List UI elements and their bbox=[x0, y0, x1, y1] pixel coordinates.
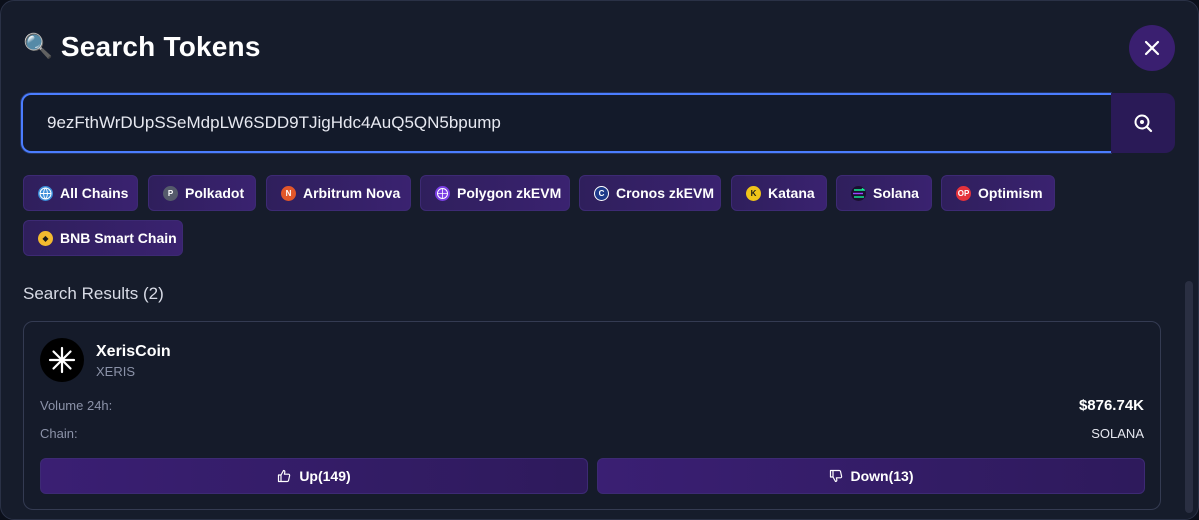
optimism-icon: OP bbox=[956, 185, 971, 201]
chip-label: All Chains bbox=[60, 185, 129, 201]
search-results-count: Search Results (2) bbox=[23, 284, 164, 303]
search-bar bbox=[21, 93, 1175, 153]
chip-label: Arbitrum Nova bbox=[303, 185, 401, 201]
polygon-zkevm-icon bbox=[435, 185, 450, 201]
chain-label: Chain: bbox=[40, 426, 78, 441]
magnifier-icon: 🔍 bbox=[23, 33, 53, 60]
token-name: XerisCoin bbox=[96, 343, 171, 360]
close-icon bbox=[1144, 40, 1160, 56]
chip-label: Optimism bbox=[978, 185, 1043, 201]
chip-label: Polkadot bbox=[185, 185, 245, 201]
token-result-card[interactable]: XerisCoin XERIS Volume 24h: $876.74K Cha… bbox=[23, 321, 1161, 510]
modal-title: Search Tokens bbox=[60, 31, 261, 62]
vote-down-label: Down(13) bbox=[850, 468, 914, 484]
vote-down-button[interactable]: Down(13) bbox=[597, 458, 1145, 494]
chip-katana[interactable]: K Katana bbox=[731, 175, 827, 211]
volume-value: $876.74K bbox=[1078, 397, 1144, 414]
vote-up-button[interactable]: Up(149) bbox=[40, 458, 588, 494]
search-tokens-modal: 🔍 Search Tokens All Chains P Polkadot bbox=[0, 0, 1199, 520]
search-input[interactable] bbox=[21, 93, 1111, 153]
xeris-logo-icon bbox=[48, 346, 76, 374]
chip-polkadot[interactable]: P Polkadot bbox=[148, 175, 256, 211]
chip-polygon-zkevm[interactable]: Polygon zkEVM bbox=[420, 175, 570, 211]
chip-optimism[interactable]: OP Optimism bbox=[941, 175, 1055, 211]
token-symbol: XERIS bbox=[96, 364, 136, 379]
close-button[interactable] bbox=[1129, 25, 1175, 71]
chip-arbitrum-nova[interactable]: N Arbitrum Nova bbox=[266, 175, 411, 211]
chip-label: Solana bbox=[873, 185, 919, 201]
chip-label: Polygon zkEVM bbox=[457, 185, 562, 201]
chip-label: Cronos zkEVM bbox=[616, 185, 715, 201]
thumbs-up-icon bbox=[278, 469, 291, 483]
results-scrollbar[interactable] bbox=[1185, 281, 1193, 513]
globe-icon bbox=[38, 185, 53, 201]
thumbs-down-icon bbox=[829, 469, 842, 483]
chain-value: SOLANA bbox=[1091, 426, 1144, 441]
solana-icon bbox=[851, 185, 866, 201]
chip-all-chains[interactable]: All Chains bbox=[23, 175, 138, 211]
modal-header: 🔍 Search Tokens bbox=[23, 31, 261, 63]
cronos-zkevm-icon: C bbox=[594, 185, 609, 201]
token-logo bbox=[40, 338, 84, 382]
vote-up-label: Up(149) bbox=[299, 468, 351, 484]
arbitrum-nova-icon: N bbox=[281, 185, 296, 201]
chip-bnb-smart-chain[interactable]: ◆ BNB Smart Chain bbox=[23, 220, 183, 256]
chip-solana[interactable]: Solana bbox=[836, 175, 932, 211]
chip-label: Katana bbox=[768, 185, 815, 201]
volume-label: Volume 24h: bbox=[40, 398, 113, 413]
katana-icon: K bbox=[746, 185, 761, 201]
search-icon bbox=[1134, 114, 1153, 133]
chip-label: BNB Smart Chain bbox=[60, 230, 177, 246]
polkadot-icon: P bbox=[163, 185, 178, 201]
bnb-icon: ◆ bbox=[38, 230, 53, 246]
chip-cronos-zkevm[interactable]: C Cronos zkEVM bbox=[579, 175, 721, 211]
search-button[interactable] bbox=[1111, 93, 1175, 153]
